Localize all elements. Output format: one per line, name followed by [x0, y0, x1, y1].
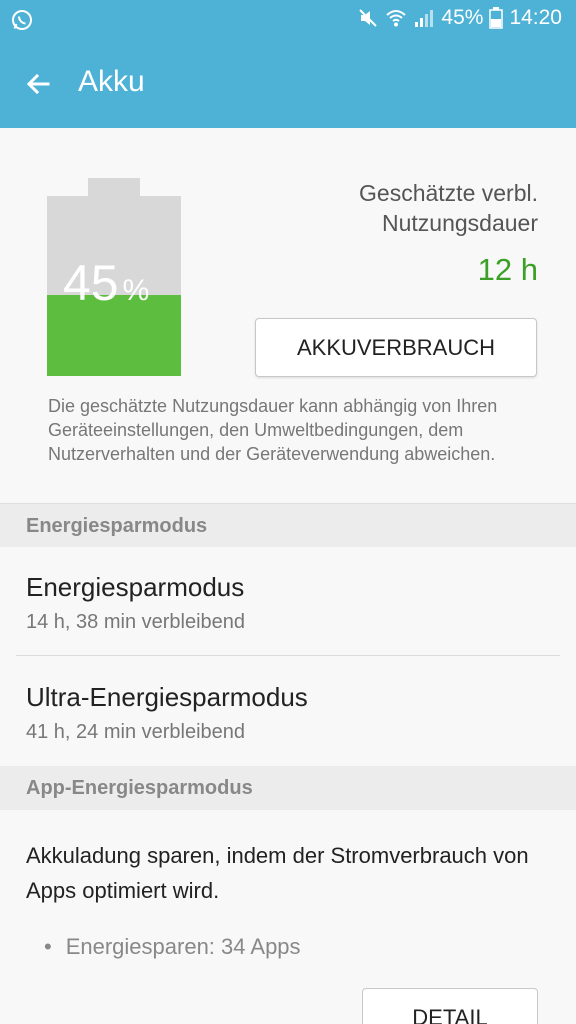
battery-graphic: 45%	[47, 178, 181, 376]
estimate-value: 12 h	[477, 252, 538, 287]
battery-body: 45%	[47, 196, 181, 376]
battery-summary: 45% Geschätzte verbl. Nutzungsdauer 12 h…	[0, 128, 576, 502]
list-divider	[16, 655, 560, 656]
list-item-subtitle: 41 h, 24 min verbleibend	[26, 721, 246, 743]
battery-cap	[88, 178, 140, 198]
list-item-title: Ultra-Energiesparmodus	[26, 682, 308, 712]
mute-icon	[359, 9, 378, 27]
battery-usage-button[interactable]: AKKUVERBRAUCH	[255, 318, 537, 377]
status-time: 14:20	[509, 6, 562, 29]
battery-level-number: 45	[63, 255, 119, 311]
detail-button[interactable]: DETAIL	[362, 988, 538, 1024]
battery-level-text: 45%	[63, 254, 149, 312]
app-bar: Akku	[0, 40, 576, 128]
list-item-ultra-power-saving-mode[interactable]: Ultra-Energiesparmodus 41 h, 24 min verb…	[0, 682, 576, 744]
estimate-disclaimer: Die geschätzte Nutzungsdauer kann abhäng…	[48, 396, 498, 464]
wifi-icon	[386, 10, 407, 27]
list-item-subtitle: 14 h, 38 min verbleibend	[26, 611, 246, 633]
list-item-title: Energiesparmodus	[26, 572, 245, 602]
status-bar: 45% 14:20	[0, 0, 576, 40]
estimate-label: Geschätzte verbl. Nutzungsdauer	[359, 180, 538, 236]
battery-icon	[489, 7, 504, 29]
arrow-back-icon[interactable]	[22, 68, 54, 100]
page-title: Akku	[78, 65, 145, 98]
app-power-saving-count: • Energiesparen: 34 Apps	[44, 934, 301, 960]
signal-icon	[415, 10, 434, 27]
app-power-saving-count-text: Energiesparen: 34 Apps	[65, 934, 301, 959]
app-power-saving-description: Akkuladung sparen, indem der Stromverbra…	[26, 843, 529, 903]
list-item-power-saving-mode[interactable]: Energiesparmodus 14 h, 38 min verbleiben…	[0, 572, 576, 634]
section-header-app-power-saving: App-Energiesparmodus	[0, 766, 576, 810]
battery-percent: 45%	[441, 6, 484, 29]
section-header-power-saving: Energiesparmodus	[0, 503, 576, 547]
battery-level-unit: %	[122, 274, 150, 307]
whatsapp-icon	[12, 10, 32, 30]
bullet-dot: •	[44, 934, 52, 959]
